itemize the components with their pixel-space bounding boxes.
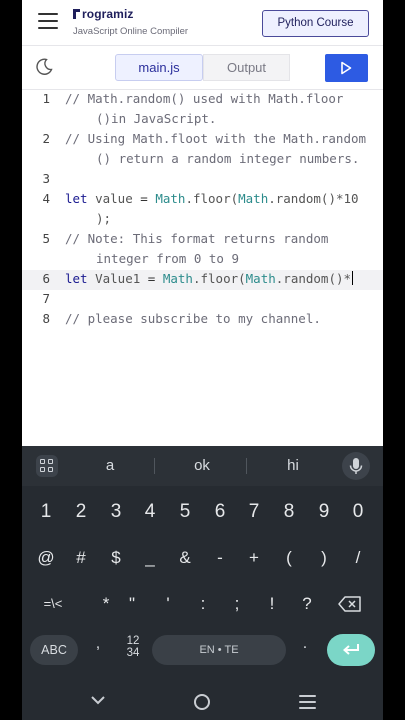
code-line-wrap: integer from 0 to 9 bbox=[96, 251, 239, 266]
home-circle-icon[interactable] bbox=[194, 694, 210, 710]
python-course-button[interactable]: Python Course bbox=[262, 10, 369, 37]
line-number: 5 bbox=[42, 231, 50, 246]
key-more-symbols[interactable]: =\< bbox=[31, 587, 75, 621]
key-comma[interactable]: , bbox=[88, 635, 108, 653]
recent-apps-icon[interactable] bbox=[299, 695, 316, 713]
code-line-let-value1: let Value1 = Math.floor(Math.random()* bbox=[65, 271, 354, 286]
line-number: 1 bbox=[42, 91, 50, 106]
hamburger-menu-icon[interactable] bbox=[38, 13, 58, 29]
line-number: 7 bbox=[42, 291, 50, 306]
key-double-quote[interactable]: " bbox=[115, 587, 149, 621]
key-period[interactable]: . bbox=[297, 635, 313, 653]
run-button[interactable] bbox=[325, 54, 368, 82]
key-8[interactable]: 8 bbox=[272, 495, 306, 529]
key-underscore[interactable]: _ bbox=[133, 541, 167, 575]
key-hash[interactable]: # bbox=[64, 541, 98, 575]
key-close-paren[interactable]: ) bbox=[307, 541, 341, 575]
suggestion-a[interactable]: a bbox=[70, 457, 150, 474]
enter-arrow-icon bbox=[342, 644, 359, 655]
moon-icon[interactable] bbox=[34, 57, 54, 77]
code-line: // Using Math.floot with the Math.random bbox=[65, 131, 367, 146]
line-number: 8 bbox=[42, 311, 50, 326]
line-number: 2 bbox=[42, 131, 50, 146]
enter-key[interactable] bbox=[327, 634, 375, 666]
key-plus[interactable]: + bbox=[237, 541, 271, 575]
key-question[interactable]: ? bbox=[290, 587, 324, 621]
soft-keyboard: a ok hi 1 2 3 4 5 6 7 8 9 0 @ # $ _ & - … bbox=[22, 446, 383, 720]
numpad-key-top: 12 bbox=[126, 635, 140, 647]
editor-toolbar: main.js Output bbox=[22, 46, 383, 90]
suggestion-bar: a ok hi bbox=[22, 446, 383, 486]
text-cursor bbox=[352, 271, 354, 285]
key-at[interactable]: @ bbox=[29, 541, 63, 575]
key-minus[interactable]: - bbox=[203, 541, 237, 575]
symbol-row-1: @ # $ _ & - + ( ) / bbox=[22, 541, 383, 575]
microphone-icon[interactable] bbox=[342, 452, 370, 480]
key-6[interactable]: 6 bbox=[203, 495, 237, 529]
key-single-quote[interactable]: ' bbox=[151, 587, 185, 621]
key-9[interactable]: 9 bbox=[307, 495, 341, 529]
brand-logo[interactable]: rogramiz JavaScript Online Compiler bbox=[73, 7, 188, 37]
key-4[interactable]: 4 bbox=[133, 495, 167, 529]
key-open-paren[interactable]: ( bbox=[272, 541, 306, 575]
code-line: // Note: This format returns random bbox=[65, 231, 329, 246]
top-bar: rogramiz JavaScript Online Compiler Pyth… bbox=[22, 0, 383, 46]
brand-name: rogramiz bbox=[73, 7, 188, 21]
key-colon[interactable]: : bbox=[186, 587, 220, 621]
apps-grid-icon[interactable] bbox=[36, 455, 58, 477]
key-ampersand[interactable]: & bbox=[168, 541, 202, 575]
key-5[interactable]: 5 bbox=[168, 495, 202, 529]
code-line-wrap: ()in JavaScript. bbox=[96, 111, 217, 126]
code-editor[interactable]: 1 // Math.random() used with Math.floor … bbox=[22, 90, 383, 446]
suggestion-hi[interactable]: hi bbox=[253, 457, 333, 474]
app-frame: rogramiz JavaScript Online Compiler Pyth… bbox=[22, 0, 383, 720]
key-7[interactable]: 7 bbox=[237, 495, 271, 529]
number-row: 1 2 3 4 5 6 7 8 9 0 bbox=[22, 495, 383, 529]
key-dollar[interactable]: $ bbox=[99, 541, 133, 575]
backspace-icon[interactable] bbox=[333, 587, 367, 621]
line-number: 6 bbox=[42, 271, 50, 286]
key-1[interactable]: 1 bbox=[29, 495, 63, 529]
numpad-key-bottom: 34 bbox=[126, 647, 140, 659]
tab-main-js[interactable]: main.js bbox=[115, 54, 203, 81]
numpad-key[interactable]: 12 34 bbox=[119, 635, 147, 659]
code-line-wrap: ); bbox=[96, 211, 112, 226]
brand-text: rogramiz bbox=[82, 7, 134, 21]
line-number: 3 bbox=[42, 171, 50, 186]
code-line-let-value: let value = Math.floor(Math.random()*10 bbox=[65, 191, 359, 206]
abc-key[interactable]: ABC bbox=[30, 635, 78, 665]
key-semicolon[interactable]: ; bbox=[220, 587, 254, 621]
system-nav-bar bbox=[22, 684, 383, 720]
suggestion-ok[interactable]: ok bbox=[162, 457, 242, 474]
play-icon bbox=[341, 61, 352, 75]
code-line: // Math.random() used with Math.floor bbox=[65, 91, 344, 106]
tab-output[interactable]: Output bbox=[203, 54, 290, 81]
line-number: 4 bbox=[42, 191, 50, 206]
chevron-down-icon[interactable] bbox=[90, 692, 106, 708]
brand-subtitle: JavaScript Online Compiler bbox=[73, 26, 189, 37]
symbol-row-2: =\< * " ' : ; ! ? bbox=[22, 587, 383, 621]
key-slash[interactable]: / bbox=[341, 541, 375, 575]
code-line-wrap: () return a random integer numbers. bbox=[96, 151, 360, 166]
key-2[interactable]: 2 bbox=[64, 495, 98, 529]
key-exclamation[interactable]: ! bbox=[255, 587, 289, 621]
code-line: // please subscribe to my channel. bbox=[65, 311, 321, 326]
suggestion-divider bbox=[154, 458, 155, 474]
key-3[interactable]: 3 bbox=[99, 495, 133, 529]
key-0[interactable]: 0 bbox=[341, 495, 375, 529]
programiz-logo-icon bbox=[73, 9, 80, 19]
suggestion-divider bbox=[246, 458, 247, 474]
space-bar[interactable]: EN • TE bbox=[152, 635, 286, 665]
